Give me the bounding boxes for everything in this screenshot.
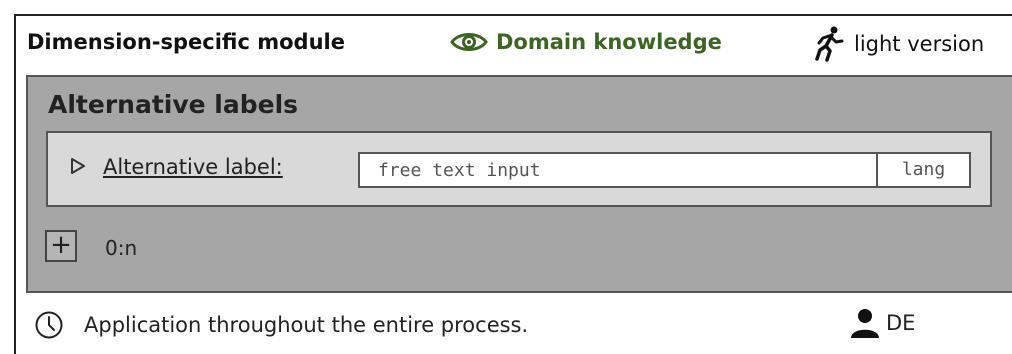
- application-note: Application throughout the entire proces…: [34, 310, 528, 340]
- light-version-label: light version: [854, 32, 985, 56]
- domain-knowledge-label: Domain knowledge: [496, 30, 722, 54]
- module-header: Dimension-specific module Domain knowled…: [27, 24, 1007, 64]
- domain-knowledge-indicator: Domain knowledge: [450, 30, 722, 54]
- panel-title: Alternative labels: [48, 90, 299, 119]
- running-person-icon: [815, 26, 844, 62]
- module-title: Dimension-specific module: [27, 30, 345, 54]
- alternative-label-row: Alternative label: lang: [46, 131, 992, 207]
- add-label-button[interactable]: +: [45, 230, 77, 262]
- light-version-indicator: light version: [814, 26, 984, 62]
- cardinality-text: 0:n: [105, 236, 138, 260]
- clock-icon: [35, 311, 63, 339]
- expand-triangle-icon[interactable]: [70, 157, 86, 175]
- application-text: Application throughout the entire proces…: [84, 313, 529, 337]
- eye-icon: [450, 33, 488, 51]
- language-indicator: DE: [850, 308, 915, 338]
- alternative-label-input[interactable]: [358, 152, 878, 188]
- person-icon: [851, 309, 879, 338]
- language-field[interactable]: lang: [876, 152, 971, 188]
- alternative-labels-panel: Alternative labels Alternative label: la…: [26, 75, 1012, 293]
- language-label: DE: [886, 311, 916, 335]
- alternative-label-link[interactable]: Alternative label:: [103, 155, 283, 179]
